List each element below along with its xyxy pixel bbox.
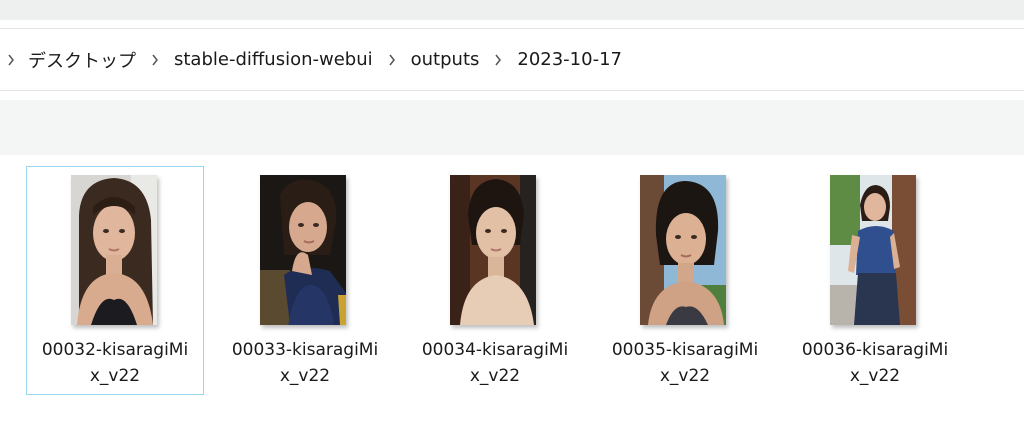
file-item[interactable]: 00034-kisaragiMi x_v22 — [406, 166, 584, 395]
file-name-line1: 00036-kisaragiMi — [801, 340, 949, 360]
file-list-area[interactable]: 00032-kisaragiMi x_v22 00033-kisaragiMi — [0, 155, 1024, 432]
file-name-line1: 00032-kisaragiMi — [41, 340, 189, 360]
file-item[interactable]: 00035-kisaragiMi x_v22 — [596, 166, 774, 395]
file-item[interactable]: 00033-kisaragiMi x_v22 — [216, 166, 394, 395]
file-name-line1: 00034-kisaragiMi — [421, 340, 569, 360]
file-name-line2: x_v22 — [279, 366, 331, 386]
file-name-line1: 00035-kisaragiMi — [611, 340, 759, 360]
breadcrumb-item-date-folder[interactable]: 2023-10-17 — [509, 49, 630, 70]
chevron-right-icon[interactable] — [487, 54, 509, 66]
file-item[interactable]: 00032-kisaragiMi x_v22 — [26, 166, 204, 395]
image-thumbnail — [640, 175, 726, 325]
file-name-line2: x_v22 — [469, 366, 521, 386]
chevron-right-icon[interactable] — [0, 54, 22, 66]
breadcrumb-item-webui[interactable]: stable-diffusion-webui — [166, 49, 381, 70]
file-name-line2: x_v22 — [89, 366, 141, 386]
image-thumbnail — [830, 175, 916, 325]
file-item[interactable]: 00036-kisaragiMi x_v22 — [786, 166, 964, 395]
file-name: 00032-kisaragiMi x_v22 — [27, 337, 203, 389]
image-thumbnail — [260, 175, 346, 325]
address-bar[interactable]: デスクトップ stable-diffusion-webui outputs 20… — [0, 28, 1024, 91]
chevron-right-icon[interactable] — [144, 54, 166, 66]
image-thumbnail — [450, 175, 536, 325]
window-top-strip — [0, 0, 1024, 20]
file-name-line2: x_v22 — [849, 366, 901, 386]
chevron-right-icon[interactable] — [381, 54, 403, 66]
file-name: 00033-kisaragiMi x_v22 — [217, 337, 393, 389]
file-name-line1: 00033-kisaragiMi — [231, 340, 379, 360]
image-thumbnail — [71, 175, 157, 325]
file-name-line2: x_v22 — [659, 366, 711, 386]
file-name: 00036-kisaragiMi x_v22 — [787, 337, 963, 389]
breadcrumb-item-desktop[interactable]: デスクトップ — [22, 47, 144, 73]
breadcrumb-item-outputs[interactable]: outputs — [403, 49, 488, 70]
file-name: 00035-kisaragiMi x_v22 — [597, 337, 773, 389]
file-name: 00034-kisaragiMi x_v22 — [407, 337, 583, 389]
command-bar — [0, 100, 1024, 155]
